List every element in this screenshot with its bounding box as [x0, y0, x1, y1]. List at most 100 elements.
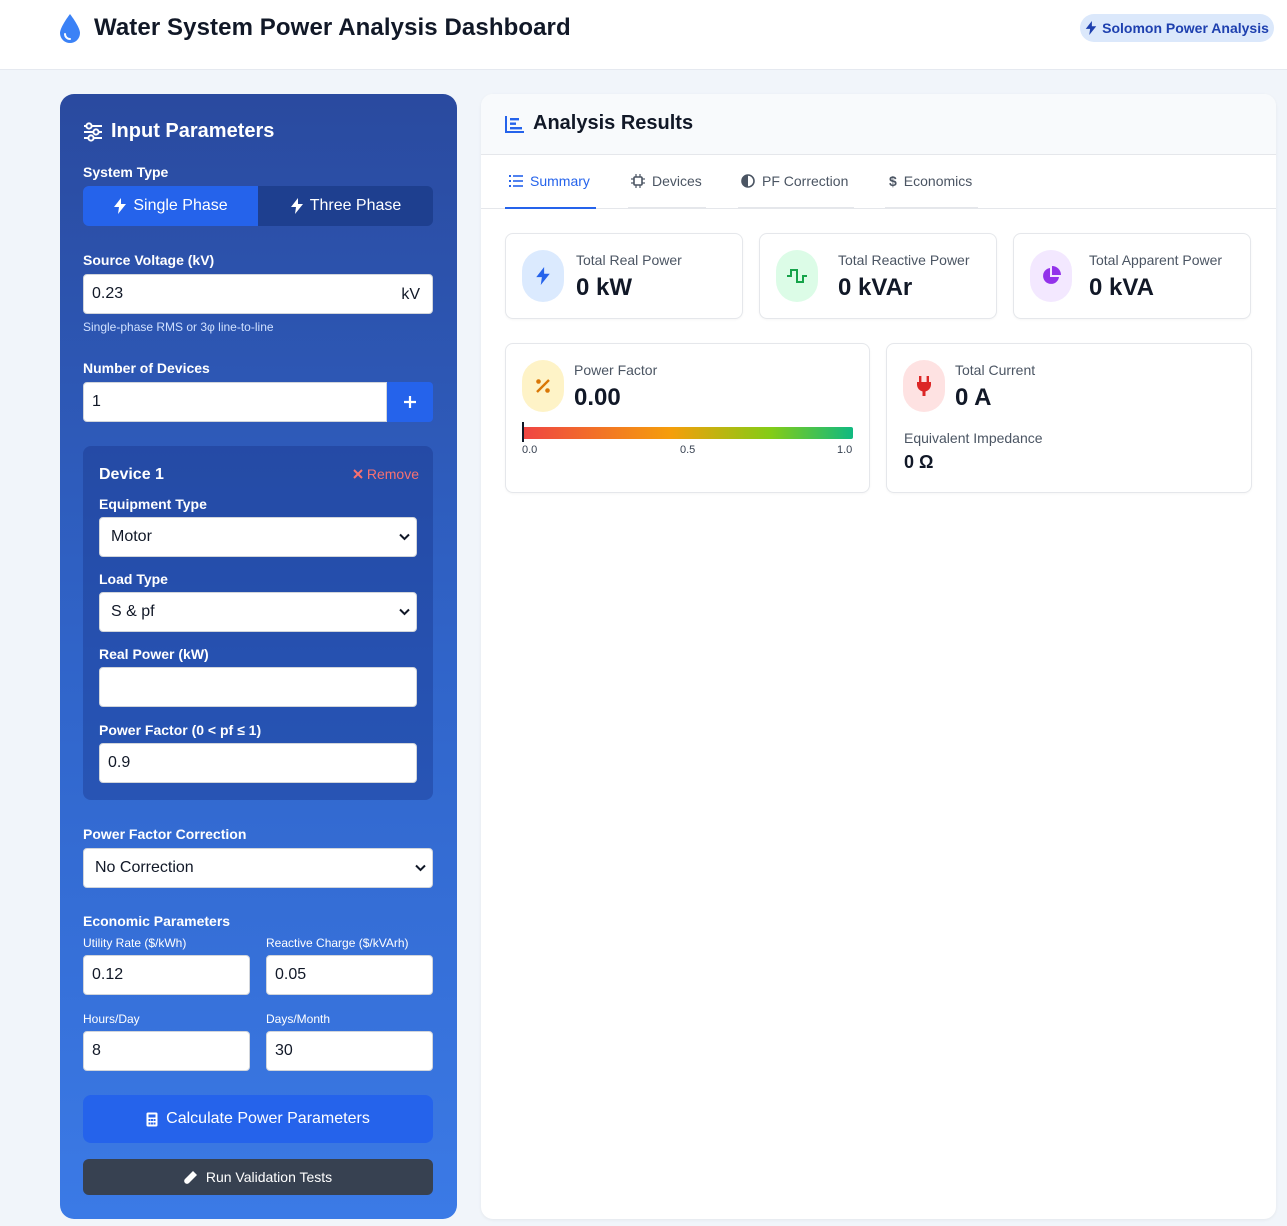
bolt-icon	[114, 198, 127, 214]
power-factor-value: 0.00	[574, 384, 621, 411]
apparent-power-label: Total Apparent Power	[1089, 252, 1223, 268]
power-factor-label: Power Factor	[574, 362, 658, 378]
reactive-power-card: Total Reactive Power 0 kVAr	[759, 233, 997, 319]
validation-button[interactable]: Run Validation Tests	[83, 1159, 433, 1195]
reactive-power-value: 0 kVAr	[838, 274, 913, 301]
equipment-type-select[interactable]: Motor	[99, 517, 417, 557]
current-value: 0 A	[955, 384, 992, 411]
power-factor-needle	[522, 422, 524, 442]
load-type-value: S & pf	[111, 603, 155, 620]
num-devices-value: 1	[92, 393, 101, 410]
results-title: Analysis Results	[505, 112, 693, 135]
remove-device-button[interactable]: Remove	[353, 466, 419, 482]
gauge-tick-min: 0.0	[522, 444, 538, 456]
system-type-label: System Type	[83, 164, 169, 180]
source-voltage-label: Source Voltage (kV)	[83, 252, 215, 268]
chevron-down-icon	[415, 864, 426, 872]
utility-rate-label: Utility Rate ($/kWh)	[83, 936, 187, 950]
tab-economics[interactable]: $ Economics	[885, 155, 978, 209]
gauge-tick-max: 1.0	[837, 444, 853, 456]
load-type-select[interactable]: S & pf	[99, 592, 417, 632]
hours-per-day-input[interactable]: 8	[83, 1031, 250, 1071]
power-factor-card: Power Factor 0.00 0.0 0.5 1.0	[505, 343, 870, 493]
brand-badge: Solomon Power Analysis	[1080, 14, 1274, 42]
num-devices-label: Number of Devices	[83, 360, 210, 376]
real-power-input[interactable]	[99, 667, 417, 707]
reactive-charge-value: 0.05	[275, 966, 307, 983]
pie-chart-icon	[1030, 250, 1072, 302]
three-phase-button[interactable]: Three Phase	[258, 186, 433, 226]
bolt-icon	[522, 250, 564, 302]
real-power-label: Real Power (kW)	[99, 646, 209, 662]
input-panel-title: Input Parameters	[111, 120, 275, 142]
days-per-month-label: Days/Month	[266, 1012, 331, 1026]
calculate-label: Calculate Power Parameters	[166, 1110, 370, 1127]
real-power-card: Total Real Power 0 kW	[505, 233, 743, 319]
device-card: Device 1 Remove Equipment Type Motor Loa…	[83, 446, 433, 800]
validation-label: Run Validation Tests	[205, 1169, 333, 1185]
tab-devices-label: Devices	[652, 173, 702, 189]
tab-pf-correction-label: PF Correction	[762, 173, 849, 189]
input-panel-header: Input Parameters	[83, 120, 274, 143]
brand-label: Solomon Power Analysis	[1102, 20, 1269, 36]
num-devices-input[interactable]: 1	[83, 382, 387, 422]
single-phase-label: Single Phase	[133, 197, 228, 214]
power-factor-gauge	[522, 427, 853, 439]
power-factor-input[interactable]: 0.9	[99, 743, 417, 783]
device-title: Device 1	[99, 466, 164, 483]
economic-params-label: Economic Parameters	[83, 913, 231, 929]
source-voltage-value: 0.23	[92, 285, 124, 302]
equipment-type-label: Equipment Type	[99, 496, 207, 512]
apparent-power-value: 0 kVA	[1089, 274, 1154, 301]
percent-icon	[522, 360, 564, 412]
half-circle-icon	[741, 174, 755, 188]
utility-rate-value: 0.12	[92, 966, 124, 983]
utility-rate-input[interactable]: 0.12	[83, 955, 250, 995]
close-icon	[353, 469, 363, 479]
calculator-icon	[146, 1112, 158, 1126]
pf-correction-select[interactable]: No Correction	[83, 848, 433, 888]
system-type-toggle: Single Phase Three Phase	[83, 186, 433, 226]
calculate-button[interactable]: Calculate Power Parameters	[83, 1095, 433, 1143]
apparent-power-card: Total Apparent Power 0 kVA	[1013, 233, 1251, 319]
tab-pf-correction[interactable]: PF Correction	[738, 155, 854, 209]
pf-correction-label: Power Factor Correction	[83, 826, 247, 842]
current-label: Total Current	[955, 362, 1036, 378]
voltage-unit: kV	[401, 286, 420, 303]
tab-devices[interactable]: Devices	[628, 155, 706, 209]
impedance-label: Equivalent Impedance	[904, 430, 1043, 446]
chevron-down-icon	[399, 608, 410, 616]
remove-label: Remove	[366, 466, 419, 482]
source-voltage-input[interactable]: 0.23 kV	[83, 274, 433, 314]
hours-per-day-label: Hours/Day	[83, 1012, 140, 1026]
single-phase-button[interactable]: Single Phase	[83, 186, 258, 226]
power-factor-label: Power Factor (0 < pf ≤ 1)	[99, 722, 262, 738]
add-device-button[interactable]	[387, 382, 433, 422]
days-per-month-input[interactable]: 30	[266, 1031, 433, 1071]
real-power-label: Total Real Power	[576, 252, 682, 268]
gauge-tick-mid: 0.5	[680, 444, 696, 456]
microchip-icon	[631, 174, 645, 188]
voltage-hint: Single-phase RMS or 3φ line-to-line	[83, 320, 274, 334]
vial-icon	[183, 1171, 197, 1184]
tab-summary-label: Summary	[530, 173, 590, 189]
input-panel: Input Parameters System Type Single Phas…	[60, 94, 457, 1219]
plug-icon	[903, 360, 945, 412]
results-header: Analysis Results	[481, 94, 1276, 155]
wave-square-icon	[776, 250, 818, 302]
load-type-label: Load Type	[99, 571, 168, 587]
list-icon	[509, 175, 523, 187]
pf-correction-value: No Correction	[95, 859, 194, 876]
tab-summary[interactable]: Summary	[505, 155, 596, 209]
chart-bar-icon	[505, 115, 524, 133]
three-phase-label: Three Phase	[309, 197, 402, 214]
equipment-type-value: Motor	[111, 528, 152, 545]
bolt-icon	[290, 198, 303, 214]
reactive-charge-input[interactable]: 0.05	[266, 955, 433, 995]
current-card: Total Current 0 A Equivalent Impedance 0…	[886, 343, 1252, 493]
dollar-icon: $	[889, 173, 897, 189]
plus-icon	[404, 396, 416, 408]
results-title-label: Analysis Results	[533, 112, 694, 134]
chevron-down-icon	[399, 533, 410, 541]
impedance-value: 0 Ω	[904, 452, 934, 472]
